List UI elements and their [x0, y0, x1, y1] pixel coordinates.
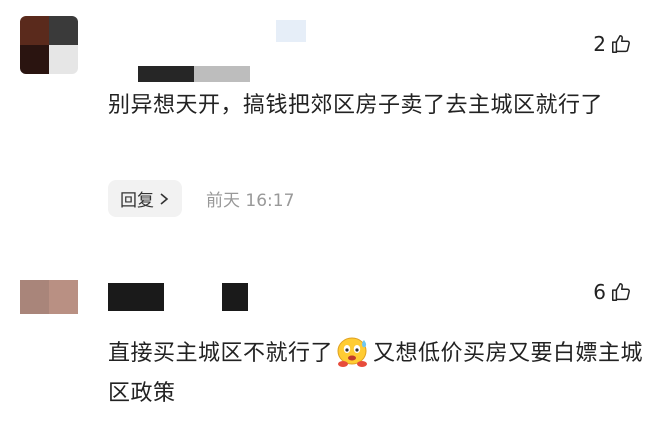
like-button[interactable]: 6 — [593, 280, 632, 304]
comment-text: 别异想天开，搞钱把郊区房子卖了去主城区就行了 — [108, 93, 604, 118]
like-count: 2 — [593, 32, 606, 56]
comment-text-part: 直接买主城区不就行了 — [108, 341, 334, 366]
username-redacted[interactable] — [108, 283, 248, 311]
reply-label: 回复 — [120, 191, 154, 211]
like-count: 6 — [593, 280, 606, 304]
comment-item: 2 别异想天开，搞钱把郊区房子卖了去主城区就行了 回复 前天 16:17 — [0, 0, 672, 245]
thumbs-up-icon — [612, 35, 630, 53]
avatar[interactable] — [20, 280, 78, 314]
blurred-region — [276, 20, 306, 42]
comment-meta: 回复 前天 16:17 — [108, 180, 294, 217]
timestamp: 前天 16:17 — [206, 191, 295, 211]
username-redacted[interactable] — [108, 66, 250, 82]
comment-text: 直接买主城区不就行了 又想低价买房又要白嫖主城区政策 — [108, 334, 648, 414]
chevron-right-icon — [160, 192, 169, 205]
like-button[interactable]: 2 — [593, 32, 632, 56]
reply-button[interactable]: 回复 — [108, 180, 182, 217]
sweat-face-emoji — [337, 337, 368, 367]
thumbs-up-icon — [612, 283, 630, 301]
avatar[interactable] — [20, 16, 78, 74]
comment-item: 6 直接买主城区不就行了 又想低价买房又要白嫖主城区政策 — [0, 258, 672, 438]
